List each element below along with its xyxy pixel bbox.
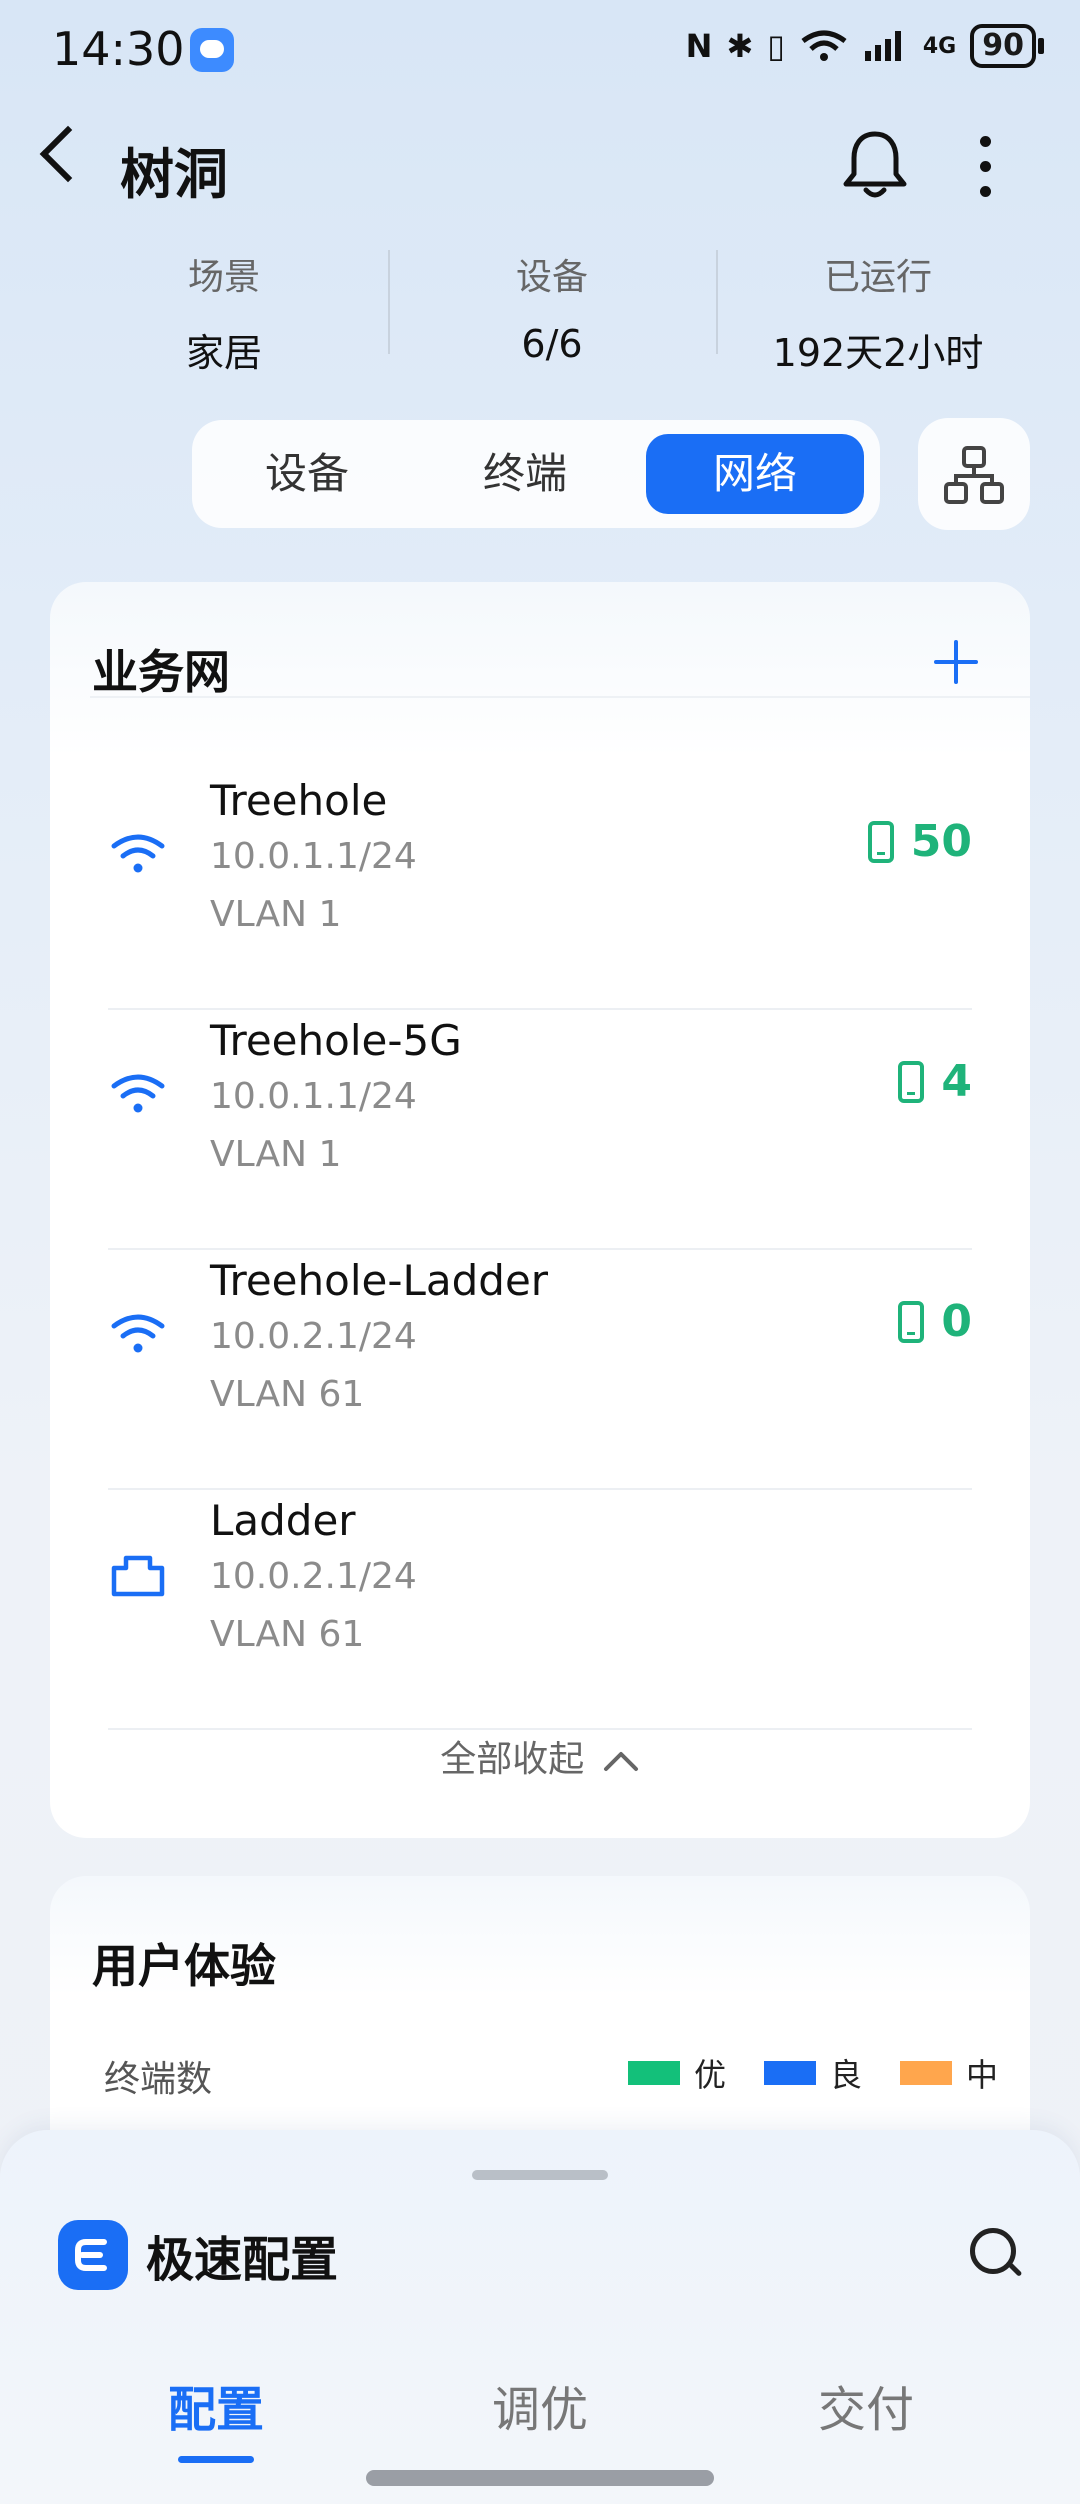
network-vlan: VLAN 61: [210, 1374, 365, 1415]
collapse-all-label: 全部收起: [440, 1739, 585, 1780]
quick-config-sheet: [0, 2130, 1080, 2504]
network-ip: 10.0.2.1/24: [210, 1316, 417, 1357]
wifi-icon: [111, 834, 165, 873]
business-network-title: 业务网: [92, 645, 230, 699]
divider: [388, 250, 390, 354]
tab-devices[interactable]: 设备: [198, 434, 416, 514]
legend-label: 中: [965, 2056, 998, 2094]
more-options-icon[interactable]: [980, 136, 992, 211]
legend-label: 良: [829, 2056, 862, 2094]
tab-configure[interactable]: 配置: [66, 2370, 366, 2440]
stat-value: 192天2小时: [772, 331, 984, 375]
tab-network[interactable]: 网络: [646, 434, 864, 514]
wifi-icon: [111, 1074, 165, 1113]
wifi-icon: [111, 1314, 165, 1353]
message-notification-icon: [190, 28, 234, 72]
terminal-count: 0: [897, 1296, 972, 1347]
tab-terminals[interactable]: 终端: [416, 434, 634, 514]
legend-swatch-good: [763, 2061, 816, 2085]
signal-icon: [864, 31, 901, 61]
chart-legend: 优 良 中: [627, 2050, 998, 2096]
stat-scene: 场景 家居: [74, 248, 374, 377]
network-vlan: VLAN 1: [210, 1134, 342, 1175]
stat-value: 家居: [185, 331, 262, 375]
quick-config-title: 极速配置: [146, 2232, 339, 2288]
phone-icon: [867, 820, 894, 863]
phone-icon: [898, 1060, 925, 1103]
wifi-status-icon: [801, 30, 847, 61]
network-vlan: VLAN 61: [210, 1614, 365, 1655]
network-row[interactable]: Ladder 10.0.2.1/24 VLAN 61: [50, 1490, 1030, 1730]
network-ip: 10.0.1.1/24: [210, 836, 417, 877]
collapse-all-button[interactable]: 全部收起: [50, 1730, 1030, 1782]
phone-icon: [898, 1300, 925, 1343]
legend-label: 优: [693, 2056, 726, 2094]
terminal-count-value: 0: [941, 1296, 972, 1347]
vibrate-icon: ▯: [767, 27, 785, 65]
sheet-drag-handle[interactable]: [472, 2170, 608, 2180]
network-ip: 10.0.2.1/24: [210, 1556, 417, 1597]
segmented-control: 设备 终端 网络: [192, 420, 880, 528]
legend-swatch-medium: [899, 2061, 952, 2085]
tab-deliver[interactable]: 交付: [716, 2370, 1016, 2440]
bell-icon[interactable]: [840, 128, 910, 202]
network-ip: 10.0.1.1/24: [210, 1076, 417, 1117]
status-icons: N ✱ ▯ 4G 90: [685, 24, 1044, 68]
add-network-button[interactable]: [934, 640, 978, 684]
active-tab-indicator: [178, 2456, 254, 2463]
stat-label: 已运行: [823, 257, 932, 298]
divider: [716, 250, 718, 354]
terminal-count: 50: [867, 816, 972, 867]
network-name: Treehole: [210, 776, 388, 825]
home-indicator[interactable]: [366, 2470, 714, 2486]
stat-label: 设备: [515, 257, 588, 298]
network-type-label: 4G: [922, 33, 957, 59]
terminal-count-value: 4: [941, 1056, 972, 1107]
network-row[interactable]: Treehole-5G 10.0.1.1/24 VLAN 1 4: [50, 1010, 1030, 1250]
network-name: Treehole-Ladder: [210, 1256, 549, 1305]
network-row[interactable]: Treehole 10.0.1.1/24 VLAN 1 50: [50, 770, 1030, 1010]
terminal-count-value: 50: [910, 816, 972, 867]
page-title: 树洞: [120, 143, 228, 206]
stat-label: 场景: [187, 257, 260, 298]
tab-tune[interactable]: 调优: [390, 2370, 690, 2440]
stat-devices: 设备 6/6: [402, 248, 702, 366]
legend-swatch-excellent: [627, 2061, 680, 2085]
network-name: Ladder: [210, 1496, 356, 1545]
user-experience-title: 用户体验: [92, 1939, 276, 1993]
terminal-count-label: 终端数: [104, 2059, 213, 2100]
back-icon[interactable]: [39, 125, 97, 183]
search-icon[interactable]: [970, 2228, 1016, 2274]
battery-indicator: 90: [970, 24, 1044, 68]
network-name: Treehole-5G: [210, 1016, 462, 1065]
stat-value: 6/6: [521, 322, 583, 366]
nfc-icon: N: [685, 27, 713, 65]
topology-icon: [944, 446, 1004, 504]
topology-button[interactable]: [918, 418, 1030, 530]
bluetooth-icon: ✱: [726, 27, 754, 65]
chevron-up-icon: [603, 1752, 638, 1771]
network-vlan: VLAN 1: [210, 894, 342, 935]
network-row[interactable]: Treehole-Ladder 10.0.2.1/24 VLAN 61 0: [50, 1250, 1030, 1490]
app-logo-icon: [58, 2220, 128, 2290]
status-time: 14:30: [52, 22, 185, 76]
ethernet-port-icon: [111, 1555, 165, 1597]
terminal-count: 4: [897, 1056, 972, 1107]
stat-uptime: 已运行 192天2小时: [728, 248, 1028, 377]
divider: [90, 696, 1030, 698]
